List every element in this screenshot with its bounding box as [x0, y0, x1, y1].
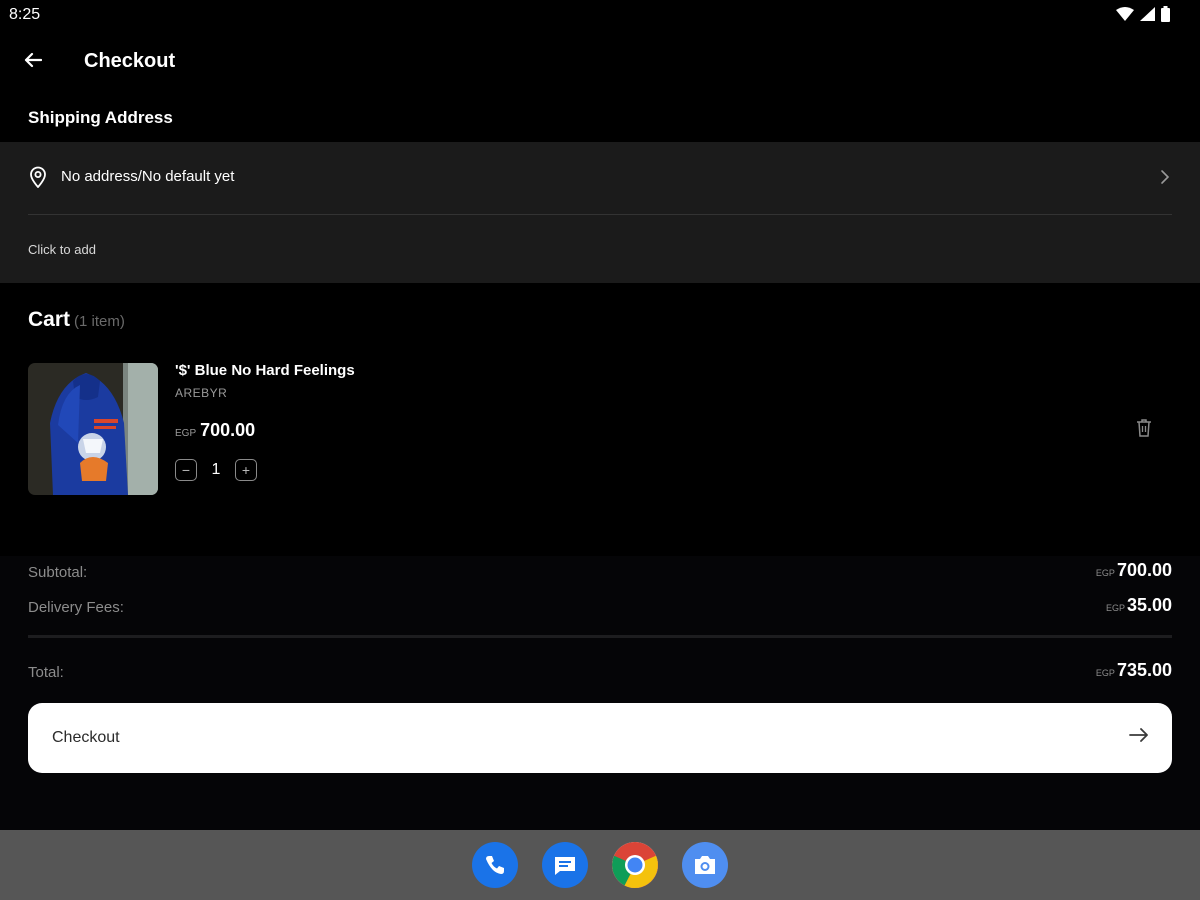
- address-selector[interactable]: No address/No default yet: [0, 142, 1200, 214]
- delivery-fees-row: Delivery Fees: EGP 35.00: [28, 595, 1172, 621]
- delivery-currency: EGP: [1105, 603, 1125, 613]
- cart-heading: Cart (1 item): [28, 308, 125, 332]
- checkout-button-label: Checkout: [52, 729, 120, 746]
- app-bar: Checkout: [0, 30, 1200, 94]
- phone-app-icon[interactable]: [472, 842, 518, 888]
- subtotal-value: 700.00: [1116, 560, 1172, 580]
- price-value: 700.00: [200, 420, 256, 440]
- product-price: EGP 700.00: [175, 420, 255, 441]
- subtotal-currency: EGP: [1095, 568, 1115, 578]
- total-value: 735.00: [1116, 660, 1172, 680]
- chrome-app-icon[interactable]: [612, 842, 658, 888]
- trash-icon: [1135, 418, 1153, 443]
- address-divider: [28, 214, 1172, 215]
- cart-item-count: (1 item): [74, 313, 125, 330]
- checkout-screen: 8:25 Checkout Shipping Address No addres…: [0, 0, 1200, 900]
- arrow-left-icon: [24, 52, 43, 73]
- product-brand: AREBYR: [175, 386, 228, 400]
- summary-divider: [28, 635, 1172, 638]
- page-title: Checkout: [84, 50, 176, 72]
- total-currency: EGP: [1095, 668, 1115, 678]
- app-dock: [0, 830, 1200, 900]
- battery-icon: [1161, 6, 1170, 27]
- wifi-icon: [1116, 7, 1134, 26]
- chevron-right-icon: [1160, 169, 1170, 190]
- subtotal-amount: EGP 700.00: [1096, 560, 1172, 581]
- quantity-value: 1: [211, 461, 221, 478]
- remove-item-button[interactable]: [1132, 418, 1156, 442]
- back-button[interactable]: [18, 48, 48, 76]
- address-text: No address/No default yet: [61, 168, 235, 185]
- order-summary: Subtotal: EGP 700.00 Delivery Fees: EGP …: [0, 556, 1200, 830]
- cart-title: Cart: [28, 308, 71, 331]
- status-bar: 8:25: [0, 0, 1200, 30]
- camera-app-icon[interactable]: [682, 842, 728, 888]
- messages-app-icon[interactable]: [542, 842, 588, 888]
- total-label: Total:: [28, 664, 64, 681]
- product-name[interactable]: '$' Blue No Hard Feelings: [175, 362, 355, 379]
- add-address-link[interactable]: Click to add: [28, 242, 96, 257]
- total-row: Total: EGP 735.00: [28, 660, 1172, 686]
- subtotal-row: Subtotal: EGP 700.00: [28, 560, 1172, 586]
- price-currency: EGP: [175, 428, 197, 439]
- subtotal-label: Subtotal:: [28, 564, 88, 581]
- delivery-value: 35.00: [1126, 595, 1172, 615]
- delivery-fees-amount: EGP 35.00: [1106, 595, 1172, 616]
- location-pin-icon: [28, 166, 48, 193]
- increment-button[interactable]: +: [235, 459, 257, 481]
- checkout-button[interactable]: Checkout: [28, 703, 1172, 773]
- total-amount: EGP 735.00: [1096, 660, 1172, 681]
- quantity-stepper: − 1 +: [175, 459, 257, 481]
- status-time: 8:25: [9, 6, 41, 23]
- arrow-right-icon: [1128, 726, 1150, 749]
- status-icons: [1116, 6, 1170, 27]
- product-image[interactable]: [28, 363, 158, 495]
- decrement-button[interactable]: −: [175, 459, 197, 481]
- shipping-address-card: No address/No default yet Click to add: [0, 142, 1200, 283]
- shipping-address-heading: Shipping Address: [28, 108, 173, 127]
- signal-icon: [1140, 7, 1155, 26]
- delivery-fees-label: Delivery Fees:: [28, 599, 124, 616]
